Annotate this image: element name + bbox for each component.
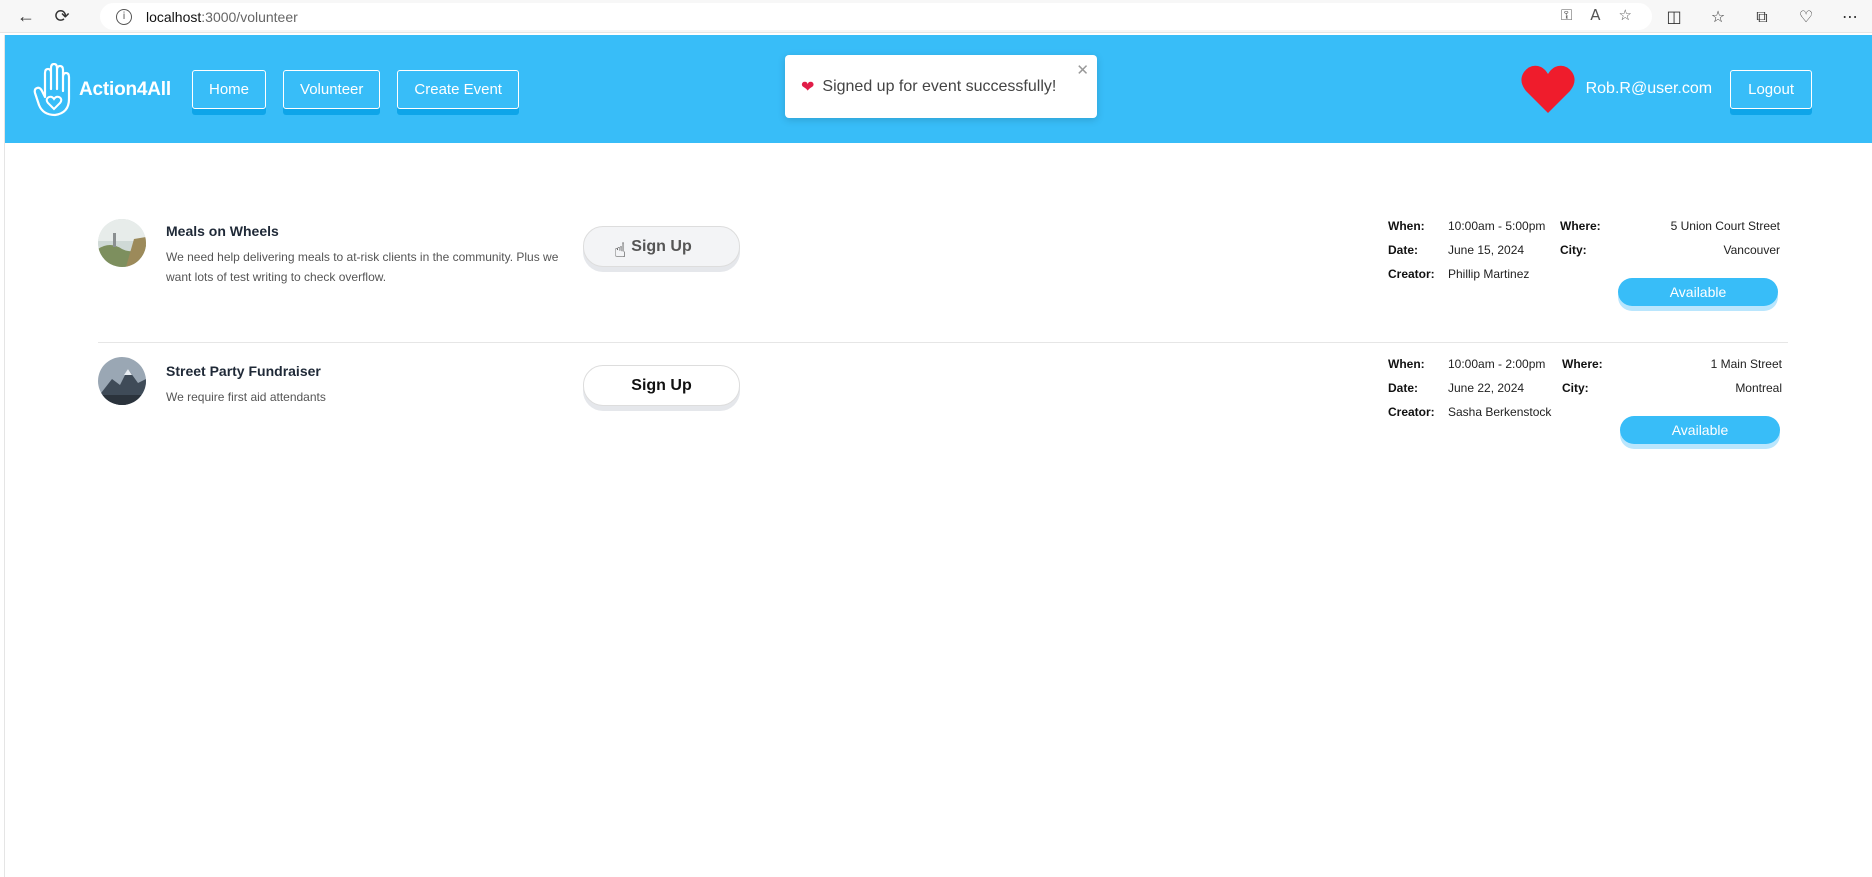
hand-heart-icon: [33, 63, 71, 117]
split-screen-icon[interactable]: ◫: [1652, 7, 1696, 26]
reload-icon[interactable]: ⟳: [44, 1, 80, 31]
browser-essentials-icon[interactable]: ♡: [1784, 7, 1828, 26]
heart-icon: [1521, 65, 1575, 113]
event-row: Meals on Wheels We need help delivering …: [98, 213, 1788, 343]
nav-home-button[interactable]: Home: [192, 70, 267, 109]
event-avatar: [98, 357, 146, 405]
pointer-cursor-icon: ☝: [614, 238, 627, 262]
logout-button[interactable]: Logout: [1730, 69, 1812, 109]
read-aloud-icon[interactable]: A: [1590, 6, 1600, 24]
logo[interactable]: Action4All: [33, 63, 171, 117]
event-when: 10:00am - 5:00pm: [1448, 219, 1546, 233]
event-avatar: [98, 219, 146, 267]
status-badge[interactable]: Available: [1620, 416, 1780, 444]
sign-up-button[interactable]: Sign Up: [583, 226, 740, 267]
event-title: Street Party Fundraiser: [166, 363, 321, 379]
close-icon[interactable]: ✕: [1076, 61, 1089, 79]
user-area: Rob.R@user.com Logout: [1520, 63, 1812, 115]
address-bar[interactable]: i localhost:3000/volunteer ⚿ A ☆: [100, 3, 1652, 30]
nav-create-event-button[interactable]: Create Event: [397, 70, 519, 109]
nav-volunteer-button[interactable]: Volunteer: [283, 70, 381, 109]
date-label: Date:: [1388, 243, 1419, 257]
event-title: Meals on Wheels: [166, 223, 279, 239]
site-info-icon[interactable]: i: [116, 8, 132, 25]
city-label: City:: [1562, 381, 1589, 395]
date-label: Date:: [1388, 381, 1419, 395]
toast-message: Signed up for event successfully!: [822, 77, 1057, 95]
browser-toolbar: ← ⟳ i localhost:3000/volunteer ⚿ A ☆ ◫ ☆…: [0, 0, 1872, 33]
key-icon[interactable]: ⚿: [1561, 6, 1572, 24]
event-where: 1 Main Street: [1710, 357, 1782, 371]
event-description: We need help delivering meals to at-risk…: [166, 250, 559, 284]
app: Action4All Home Volunteer Create Event ❤…: [4, 35, 1872, 877]
event-date: June 22, 2024: [1448, 381, 1525, 395]
collections-icon[interactable]: ⧉: [1740, 7, 1784, 27]
event-description: We require first aid attendants: [166, 390, 326, 404]
event-creator: Phillip Martinez: [1448, 267, 1530, 281]
event-creator: Sasha Berkenstock: [1448, 405, 1552, 419]
favorite-star-icon[interactable]: ☆: [1619, 6, 1632, 24]
event-city: Montreal: [1735, 381, 1782, 395]
back-icon[interactable]: ←: [8, 1, 44, 31]
event-list: Meals on Wheels We need help delivering …: [98, 213, 1788, 473]
creator-label: Creator:: [1388, 405, 1435, 419]
city-label: City:: [1560, 243, 1587, 257]
creator-label: Creator:: [1388, 267, 1435, 281]
user-email: Rob.R@user.com: [1585, 80, 1713, 97]
sign-up-button[interactable]: Sign Up: [583, 365, 740, 406]
success-toast: ❤ Signed up for event successfully! ✕: [785, 55, 1097, 118]
brand-name: Action4All: [79, 79, 171, 100]
favorites-icon[interactable]: ☆: [1696, 7, 1740, 26]
heart-icon: ❤: [801, 77, 815, 96]
where-label: Where:: [1562, 357, 1603, 371]
main-nav: Home Volunteer Create Event: [192, 70, 519, 109]
more-menu-icon[interactable]: ⋯: [1828, 7, 1872, 26]
url-path: :3000/volunteer: [201, 8, 298, 25]
event-where: 5 Union Court Street: [1670, 219, 1780, 233]
event-row: Street Party Fundraiser We require first…: [98, 343, 1788, 473]
event-when: 10:00am - 2:00pm: [1448, 357, 1546, 371]
event-date: June 15, 2024: [1448, 243, 1525, 257]
event-city: Vancouver: [1723, 243, 1780, 257]
when-label: When:: [1388, 219, 1425, 233]
status-badge[interactable]: Available: [1618, 278, 1778, 306]
header: Action4All Home Volunteer Create Event ❤…: [5, 35, 1872, 143]
where-label: Where:: [1560, 219, 1601, 233]
url-host: localhost: [146, 8, 202, 25]
when-label: When:: [1388, 357, 1425, 371]
